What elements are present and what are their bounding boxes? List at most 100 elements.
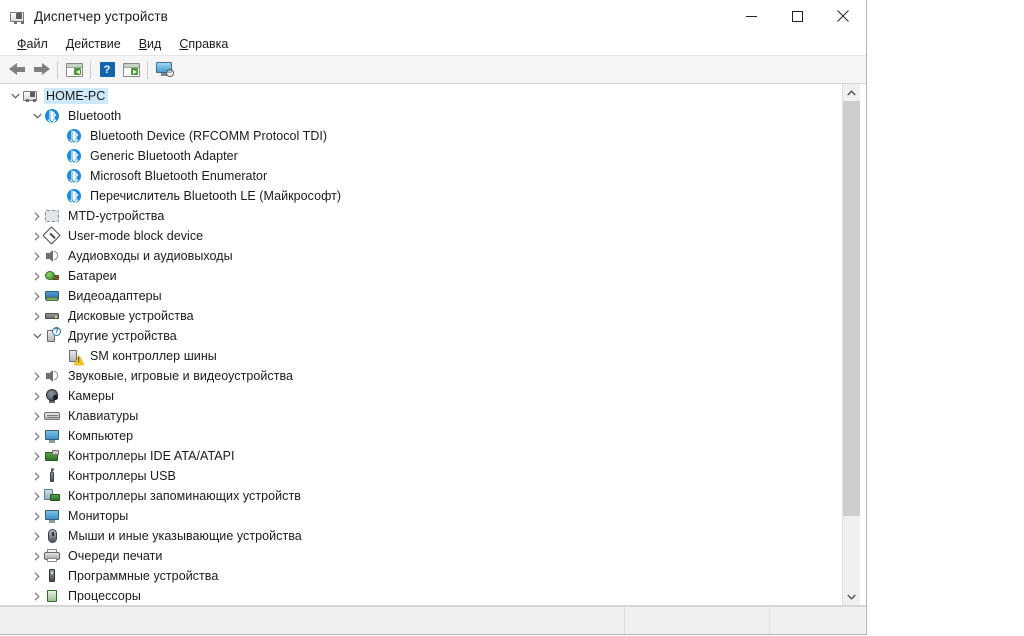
show-hidden-devices-button[interactable]	[152, 58, 176, 82]
chevron-right-icon[interactable]	[30, 206, 44, 226]
chevron-right-icon[interactable]	[30, 466, 44, 486]
status-bar	[0, 606, 866, 634]
chevron-down-icon[interactable]	[30, 106, 44, 126]
tree-item[interactable]: Контроллеры запоминающих устройств	[0, 486, 842, 506]
tree-item[interactable]: Мыши и иные указывающие устройства	[0, 526, 842, 546]
tree-item[interactable]: Bluetooth	[0, 106, 842, 126]
chevron-right-icon[interactable]	[30, 506, 44, 526]
scroll-down-button[interactable]	[843, 588, 860, 605]
tree-item[interactable]: MTD-устройства	[0, 206, 842, 226]
forward-button[interactable]	[29, 58, 53, 82]
storage-controller-icon	[44, 488, 60, 504]
tree-item[interactable]: Аудиовходы и аудиовыходы	[0, 246, 842, 266]
tree-item[interactable]: HOME-PC	[0, 86, 842, 106]
close-button[interactable]	[820, 0, 866, 32]
chevron-right-icon[interactable]	[30, 546, 44, 566]
bluetooth-icon	[44, 108, 60, 124]
tree-item-label: Камеры	[68, 389, 115, 403]
scrollbar-thumb[interactable]	[843, 101, 860, 516]
window-green-right-icon	[122, 62, 140, 77]
tree-item[interactable]: Видеоадаптеры	[0, 286, 842, 306]
vertical-scrollbar[interactable]	[842, 84, 860, 605]
tree-item[interactable]: Процессоры	[0, 586, 842, 605]
chevron-right-icon[interactable]	[30, 566, 44, 586]
tree-item-label: Видеоадаптеры	[68, 289, 162, 303]
menu-action-label: ействие	[74, 36, 121, 51]
properties-button[interactable]	[62, 58, 86, 82]
chevron-right-icon[interactable]	[30, 446, 44, 466]
tree-panel: HOME-PC Bluetooth Bluetooth Device (RFCOMM…	[0, 84, 866, 606]
menu-action-accesskey: Д	[65, 36, 75, 51]
chevron-right-icon[interactable]	[30, 386, 44, 406]
scan-button[interactable]	[119, 58, 143, 82]
tree-item[interactable]: Камеры	[0, 386, 842, 406]
chevron-down-icon[interactable]	[8, 86, 22, 106]
chevron-right-icon[interactable]	[30, 486, 44, 506]
tree-item[interactable]: Программные устройства	[0, 566, 842, 586]
tree-item[interactable]: Звуковые, игровые и видеоустройства	[0, 366, 842, 386]
tree-item[interactable]: Компьютер	[0, 426, 842, 446]
chevron-right-icon[interactable]	[30, 586, 44, 605]
tree-item[interactable]: Очереди печати	[0, 546, 842, 566]
tree-item[interactable]: Дисковые устройства	[0, 306, 842, 326]
tree-item[interactable]: Батареи	[0, 266, 842, 286]
tree-item-label: Аудиовходы и аудиовыходы	[68, 249, 233, 263]
tree-item[interactable]: Клавиатуры	[0, 406, 842, 426]
tree-item[interactable]: Контроллеры USB	[0, 466, 842, 486]
menu-file-label: айл	[26, 36, 48, 51]
minimize-button[interactable]	[728, 0, 774, 32]
tree-item-label: SM контроллер шины	[90, 349, 217, 363]
toolbar: ?	[0, 56, 866, 84]
monitor-icon	[44, 508, 60, 524]
tree-item[interactable]: User-mode block device	[0, 226, 842, 246]
chevron-right-icon[interactable]	[30, 526, 44, 546]
camera-icon	[44, 388, 60, 404]
tree-item-label: Клавиатуры	[68, 409, 139, 423]
menu-view[interactable]: Вид	[130, 35, 171, 53]
menu-file-accesskey: Ф	[17, 36, 27, 51]
chevron-right-icon[interactable]	[30, 426, 44, 446]
tree-item-label: Очереди печати	[68, 549, 163, 563]
chevron-right-icon[interactable]	[30, 286, 44, 306]
bluetooth-icon	[66, 128, 82, 144]
chevron-right-icon[interactable]	[30, 266, 44, 286]
chevron-down-icon[interactable]	[30, 326, 44, 346]
tree-item[interactable]: Контроллеры IDE ATA/ATAPI	[0, 446, 842, 466]
chevron-right-icon[interactable]	[30, 306, 44, 326]
window-title: Диспетчер устройств	[34, 8, 168, 24]
user-mode-block-device-icon	[42, 226, 61, 245]
menu-file[interactable]: Файл	[8, 35, 57, 53]
ide-controller-icon	[44, 448, 60, 464]
help-button[interactable]: ?	[95, 58, 119, 82]
tree-item-label: Звуковые, игровые и видеоустройства	[68, 369, 294, 383]
tree-item[interactable]: Перечислитель Bluetooth LE (Майкрософт)	[0, 186, 842, 206]
bluetooth-icon	[66, 168, 82, 184]
device-manager-icon	[9, 8, 25, 24]
usb-controller-icon	[44, 468, 60, 484]
scroll-up-button[interactable]	[843, 84, 860, 101]
tree-item[interactable]: Microsoft Bluetooth Enumerator	[0, 166, 842, 186]
software-device-icon	[44, 568, 60, 584]
back-button[interactable]	[5, 58, 29, 82]
tree-item[interactable]: Bluetooth Device (RFCOMM Protocol TDI)	[0, 126, 842, 146]
chevron-right-icon[interactable]	[30, 366, 44, 386]
keyboard-icon	[44, 408, 60, 424]
audio-icon	[44, 248, 60, 264]
tree-item[interactable]: ? Другие устройства	[0, 326, 842, 346]
tree-item[interactable]: Мониторы	[0, 506, 842, 526]
menu-action[interactable]: Действие	[57, 35, 130, 53]
status-cell-middle	[625, 607, 770, 634]
tree-item[interactable]: Generic Bluetooth Adapter	[0, 146, 842, 166]
chevron-right-icon[interactable]	[30, 406, 44, 426]
menu-help[interactable]: Справка	[170, 35, 237, 53]
audio-icon	[44, 368, 60, 384]
display-adapter-icon	[44, 288, 60, 304]
maximize-button[interactable]	[774, 0, 820, 32]
tree-item[interactable]: SM контроллер шины	[0, 346, 842, 366]
printer-icon	[44, 548, 60, 564]
chevron-right-icon[interactable]	[30, 246, 44, 266]
tree-item-label: Microsoft Bluetooth Enumerator	[90, 169, 268, 183]
menu-bar: Файл Действие Вид Справка	[0, 32, 866, 56]
